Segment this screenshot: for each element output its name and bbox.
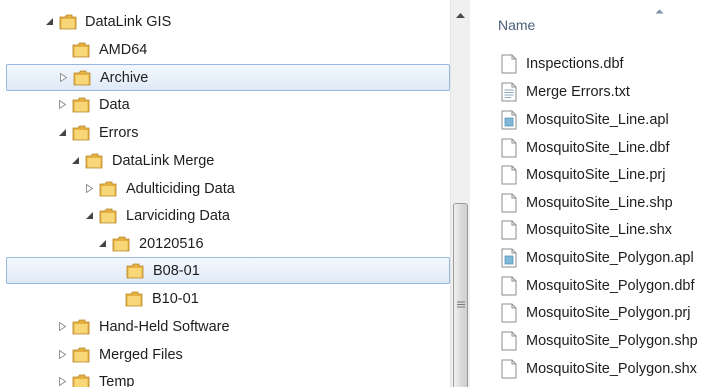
expanded-arrow-icon[interactable] xyxy=(45,17,54,26)
file-name: MosquitoSite_Polygon.apl xyxy=(526,250,694,266)
tree-item-hand-held-software[interactable]: Hand-Held Software xyxy=(0,314,450,341)
expanded-arrow-icon[interactable] xyxy=(71,156,80,165)
blank-file-icon xyxy=(501,193,517,213)
tree-item-label: Merged Files xyxy=(99,347,183,363)
file-row-mosquitosite-polygon-apl[interactable]: MosquitoSite_Polygon.apl xyxy=(470,245,725,272)
file-name: MosquitoSite_Polygon.prj xyxy=(526,305,691,321)
folder-icon xyxy=(72,125,90,141)
tree-item-label: Errors xyxy=(99,125,139,141)
tree-item-label: B10-01 xyxy=(152,291,199,307)
apl-file-icon xyxy=(501,248,517,268)
blank-file-icon xyxy=(501,359,517,379)
blank-file-icon xyxy=(501,276,517,296)
collapsed-arrow-icon[interactable] xyxy=(58,322,67,331)
file-name: MosquitoSite_Polygon.shx xyxy=(526,361,697,377)
apl-file-icon xyxy=(501,110,517,130)
tree-item-amd64[interactable]: AMD64 xyxy=(0,37,450,64)
tree-item-larviciding-data[interactable]: Larviciding Data xyxy=(0,203,450,230)
tree-item-label: B08-01 xyxy=(153,263,200,279)
tree-item-b08-01[interactable]: B08-01 xyxy=(6,257,450,284)
folder-icon xyxy=(59,14,77,30)
file-name: MosquitoSite_Line.prj xyxy=(526,167,666,183)
file-row-mosquitosite-line-shx[interactable]: MosquitoSite_Line.shx xyxy=(470,217,725,244)
tree-item-label: Data xyxy=(99,97,130,113)
collapsed-arrow-icon[interactable] xyxy=(59,73,68,82)
folder-icon xyxy=(72,319,90,335)
grip-icon xyxy=(457,301,465,308)
folder-icon xyxy=(99,208,117,224)
tree-item-errors[interactable]: Errors xyxy=(0,120,450,147)
explorer-window: DataLink GIS AMD64 Archive Data Errors D… xyxy=(0,0,725,387)
collapsed-arrow-icon[interactable] xyxy=(85,184,94,193)
folder-icon xyxy=(85,153,103,169)
folder-icon xyxy=(99,181,117,197)
file-name: MosquitoSite_Polygon.shp xyxy=(526,333,698,349)
tree-item-20120516[interactable]: 20120516 xyxy=(0,231,450,258)
file-name: MosquitoSite_Line.shp xyxy=(526,195,673,211)
file-list-pane: Name Inspections.dbf Merge Errors.txt Mo… xyxy=(470,0,725,387)
folder-tree-pane: DataLink GIS AMD64 Archive Data Errors D… xyxy=(0,0,450,387)
expanded-arrow-icon[interactable] xyxy=(98,239,107,248)
tree-item-merged-files[interactable]: Merged Files xyxy=(0,342,450,369)
folder-icon xyxy=(72,347,90,363)
blank-file-icon xyxy=(501,220,517,240)
file-row-mosquitosite-polygon-dbf[interactable]: MosquitoSite_Polygon.dbf xyxy=(470,273,725,300)
blank-file-icon xyxy=(501,331,517,351)
file-row-mosquitosite-line-apl[interactable]: MosquitoSite_Line.apl xyxy=(470,107,725,134)
file-row-mosquitosite-polygon-shp[interactable]: MosquitoSite_Polygon.shp xyxy=(470,328,725,355)
tree-item-label: Temp xyxy=(99,374,135,387)
tree-item-data[interactable]: Data xyxy=(0,92,450,119)
expanded-arrow-icon[interactable] xyxy=(58,128,67,137)
file-row-mosquitosite-polygon-shx[interactable]: MosquitoSite_Polygon.shx xyxy=(470,356,725,383)
tree-scrollbar[interactable] xyxy=(450,0,470,387)
blank-file-icon xyxy=(501,165,517,185)
blank-file-icon xyxy=(501,54,517,74)
file-row-mosquitosite-line-dbf[interactable]: MosquitoSite_Line.dbf xyxy=(470,135,725,162)
tree-item-label: DataLink Merge xyxy=(112,153,215,169)
folder-icon xyxy=(72,374,90,387)
folder-icon xyxy=(112,236,130,252)
tree-item-label: Archive xyxy=(100,70,149,86)
tree-item-label: 20120516 xyxy=(139,236,204,252)
file-row-inspections-dbf[interactable]: Inspections.dbf xyxy=(470,51,725,78)
tree-item-label: Hand-Held Software xyxy=(99,319,230,335)
tree-item-b10-01[interactable]: B10-01 xyxy=(0,286,450,313)
folder-icon xyxy=(72,97,90,113)
file-name: Inspections.dbf xyxy=(526,56,624,72)
tree-item-archive[interactable]: Archive xyxy=(6,64,450,91)
tree-item-datalink-gis[interactable]: DataLink GIS xyxy=(0,9,450,36)
tree-item-label: Larviciding Data xyxy=(126,208,230,224)
tree-item-label: AMD64 xyxy=(99,42,148,58)
file-name: MosquitoSite_Line.dbf xyxy=(526,140,670,156)
blank-file-icon xyxy=(501,303,517,323)
file-row-mosquitosite-polygon-prj[interactable]: MosquitoSite_Polygon.prj xyxy=(470,300,725,327)
folder-icon xyxy=(72,42,90,58)
tree-item-datalink-merge[interactable]: DataLink Merge xyxy=(0,148,450,175)
collapsed-arrow-icon[interactable] xyxy=(58,350,67,359)
file-row-mosquitosite-line-prj[interactable]: MosquitoSite_Line.prj xyxy=(470,162,725,189)
scroll-up-arrow-icon[interactable] xyxy=(455,12,466,19)
collapsed-arrow-icon[interactable] xyxy=(58,100,67,109)
tree-item-temp[interactable]: Temp xyxy=(0,369,450,387)
file-row-mosquitosite-line-shp[interactable]: MosquitoSite_Line.shp xyxy=(470,190,725,217)
collapsed-arrow-icon[interactable] xyxy=(58,377,67,386)
file-row-merge-errors-txt[interactable]: Merge Errors.txt xyxy=(470,79,725,106)
folder-icon xyxy=(125,291,143,307)
tree-item-adulticiding-data[interactable]: Adulticiding Data xyxy=(0,176,450,203)
sort-ascending-icon xyxy=(655,9,664,14)
tree-item-label: Adulticiding Data xyxy=(126,181,235,197)
folder-icon xyxy=(73,70,91,86)
file-name: MosquitoSite_Line.apl xyxy=(526,112,669,128)
file-name: MosquitoSite_Polygon.dbf xyxy=(526,278,695,294)
file-name: MosquitoSite_Line.shx xyxy=(526,222,672,238)
expanded-arrow-icon[interactable] xyxy=(85,211,94,220)
blank-file-icon xyxy=(501,138,517,158)
name-column-header[interactable]: Name xyxy=(498,17,535,33)
scrollbar-thumb[interactable] xyxy=(453,203,468,387)
file-name: Merge Errors.txt xyxy=(526,84,630,100)
text-file-icon xyxy=(501,82,517,102)
tree-item-label: DataLink GIS xyxy=(85,14,172,30)
folder-icon xyxy=(126,263,144,279)
